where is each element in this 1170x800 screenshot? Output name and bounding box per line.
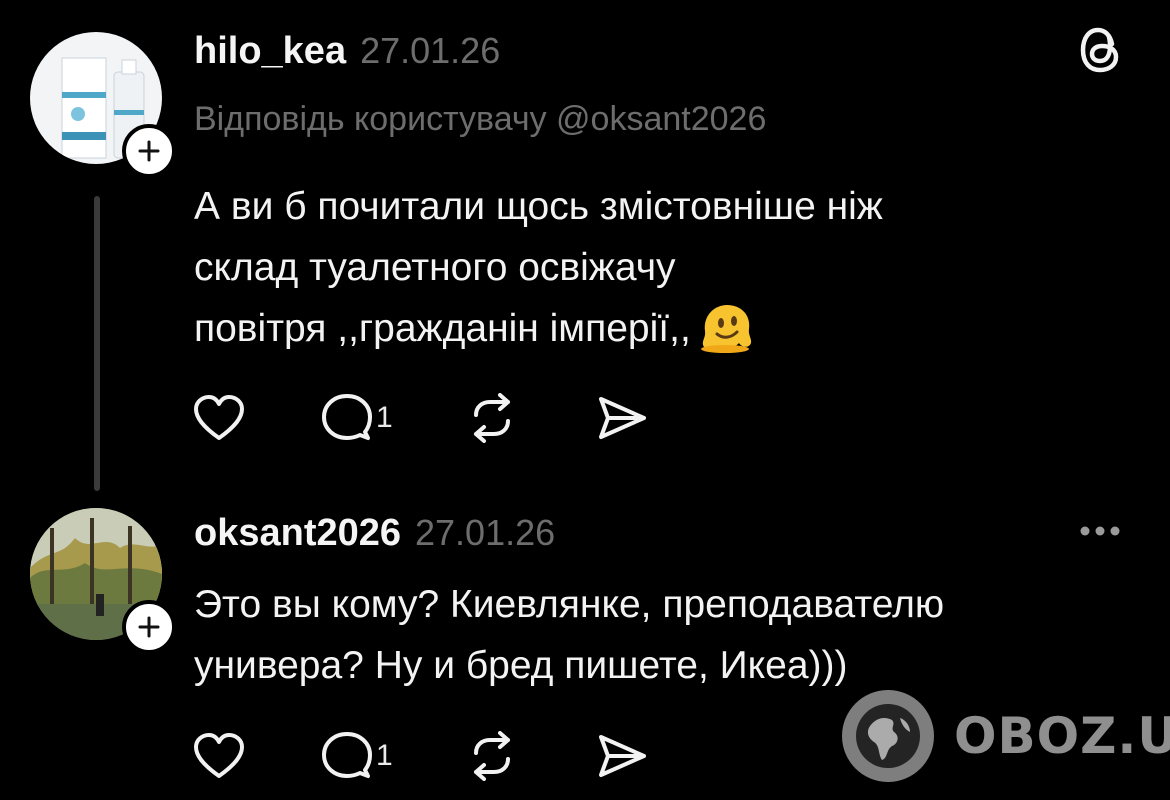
melting-face-emoji-icon — [699, 303, 755, 371]
reply-count: 1 — [376, 739, 393, 772]
username[interactable]: hilo_kea — [194, 30, 346, 73]
share-button[interactable] — [596, 394, 666, 442]
post-header: oksant2026 27.01.26 — [194, 512, 555, 555]
avatar-hilo-kea[interactable] — [30, 32, 176, 178]
thread-line — [94, 196, 100, 491]
heart-icon — [194, 395, 244, 440]
like-button[interactable] — [192, 731, 320, 781]
globe-logo-icon — [842, 690, 934, 782]
comment-icon — [322, 732, 372, 778]
post-date: 27.01.26 — [360, 30, 501, 71]
reply-count: 1 — [376, 401, 393, 434]
oboz-watermark: OBOZ.UA — [840, 688, 1170, 784]
post-text-line: универа? Ну и бред пишете, Икеа))) — [194, 644, 848, 687]
like-button[interactable] — [192, 393, 320, 443]
plus-icon — [138, 616, 160, 638]
post-hilo-kea: hilo_kea 27.01.26 Відповідь користувачу … — [0, 0, 1170, 500]
repost-icon — [474, 393, 510, 443]
repost-button[interactable] — [468, 731, 596, 781]
send-icon — [599, 735, 646, 777]
send-icon — [599, 397, 646, 439]
heart-icon — [194, 733, 244, 778]
follow-button[interactable] — [122, 600, 176, 654]
avatar-oksant2026[interactable] — [30, 508, 176, 654]
username[interactable]: oksant2026 — [194, 512, 401, 555]
post-text-line: Это вы кому? Киевлянке, преподавателю — [194, 583, 945, 626]
post-actions: 1 — [192, 388, 666, 448]
post-text-line: повітря ,,гражданін імперії,, — [194, 307, 691, 350]
post-date: 27.01.26 — [415, 512, 556, 553]
post-text-line: склад туалетного освіжачу — [194, 246, 676, 289]
repost-icon — [474, 731, 510, 781]
post-body: Это вы кому? Киевлянке, преподавателю ун… — [194, 574, 944, 696]
reply-to-label: Відповідь користувачу @oksant2026 — [194, 100, 766, 139]
follow-button[interactable] — [122, 124, 176, 178]
comment-icon — [322, 394, 372, 440]
plus-icon — [138, 140, 160, 162]
reply-handle-link[interactable]: @oksant2026 — [556, 100, 766, 138]
post-text-line-with-emoji: повітря ,,гражданін імперії,, — [194, 298, 883, 371]
repost-button[interactable] — [468, 393, 596, 443]
reply-prefix: Відповідь користувачу — [194, 100, 557, 138]
post-header: hilo_kea 27.01.26 — [194, 30, 500, 73]
post-body: А ви б почитали щось змістовніше ніж скл… — [194, 176, 883, 371]
reply-button[interactable]: 1 — [320, 730, 468, 782]
share-button[interactable] — [596, 732, 666, 780]
post-actions: 1 — [192, 726, 666, 786]
more-options-icon[interactable] — [1078, 522, 1122, 545]
watermark-text: OBOZ.UA — [954, 707, 1170, 765]
reply-button[interactable]: 1 — [320, 392, 468, 444]
post-text-line: А ви б почитали щось змістовніше ніж — [194, 185, 883, 228]
